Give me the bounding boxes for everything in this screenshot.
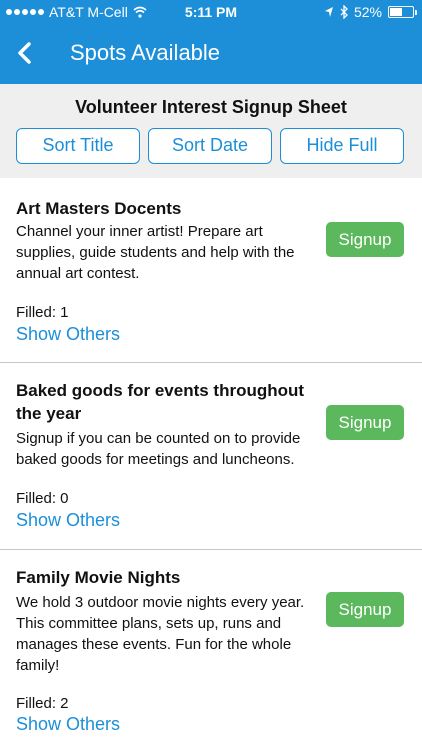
- signup-button[interactable]: Signup: [326, 405, 404, 440]
- battery-percent: 52%: [353, 4, 382, 20]
- show-others-link[interactable]: Show Others: [16, 510, 120, 531]
- signup-button[interactable]: Signup: [326, 222, 404, 257]
- signup-button[interactable]: Signup: [326, 592, 404, 627]
- slot-description: Channel your inner artist! Prepare art s…: [16, 223, 295, 282]
- status-right: 52%: [324, 4, 417, 20]
- sort-date-button[interactable]: Sort Date: [148, 128, 272, 164]
- filled-count: Filled: 0: [16, 490, 69, 507]
- filled-count: Filled: 2: [16, 695, 69, 712]
- hide-full-button[interactable]: Hide Full: [280, 128, 404, 164]
- list-item: Baked goods for events throughout the ye…: [0, 363, 422, 550]
- page-title: Spots Available: [70, 40, 221, 65]
- chevron-left-icon[interactable]: [10, 37, 40, 69]
- bluetooth-icon: [340, 5, 348, 19]
- sort-title-button[interactable]: Sort Title: [16, 128, 140, 164]
- status-bar: AT&T M-Cell 5:11 PM 52%: [0, 0, 422, 24]
- list-item: Art Masters Docents Channel your inner a…: [0, 178, 422, 363]
- battery-icon: [388, 6, 417, 18]
- show-others-link[interactable]: Show Others: [16, 714, 120, 735]
- location-arrow-icon: [324, 7, 333, 17]
- slot-title: Baked goods for events throughout the ye…: [16, 381, 305, 423]
- slot-title: Art Masters Docents: [16, 199, 182, 218]
- filled-count: Filled: 1: [16, 304, 69, 321]
- nav-bar: Spots Available: [0, 24, 422, 84]
- slot-description: Signup if you can be counted on to provi…: [16, 430, 301, 468]
- sheet-header: Volunteer Interest Signup Sheet Sort Tit…: [0, 84, 422, 178]
- list-item: Family Movie Nights We hold 3 outdoor mo…: [0, 550, 422, 750]
- show-others-link[interactable]: Show Others: [16, 324, 120, 345]
- slot-title: Family Movie Nights: [16, 568, 181, 587]
- sheet-title: Volunteer Interest Signup Sheet: [75, 97, 347, 117]
- slot-description: We hold 3 outdoor movie nights every yea…: [16, 594, 305, 674]
